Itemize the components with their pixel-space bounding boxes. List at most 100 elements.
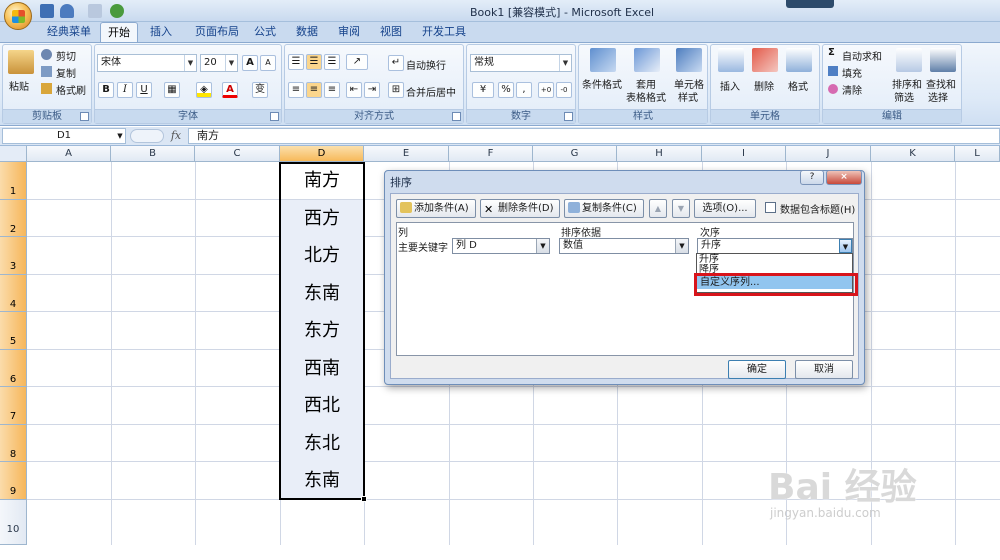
tab-classic-menu[interactable]: 经典菜单 <box>40 22 98 42</box>
number-format-combo[interactable]: 常规 ▼ <box>470 54 572 72</box>
find-select-icon[interactable] <box>930 48 956 72</box>
increase-decimal-icon[interactable]: +0 <box>538 82 554 98</box>
column-header-j[interactable]: J <box>786 146 871 162</box>
column-header-i[interactable]: I <box>702 146 786 162</box>
row-header-7[interactable]: 7 <box>0 387 27 425</box>
save-icon[interactable] <box>40 4 54 18</box>
chevron-down-icon[interactable]: ▼ <box>114 128 126 144</box>
qat-extra-icon[interactable] <box>110 4 124 18</box>
align-bottom-icon[interactable]: ☰ <box>324 54 340 70</box>
cell-style-icon[interactable] <box>676 48 702 72</box>
column-header-b[interactable]: B <box>111 146 195 162</box>
merge-center-button[interactable]: 合并后居中 <box>406 84 456 99</box>
options-button[interactable]: 选项(O)... <box>694 199 756 218</box>
font-size-combo[interactable]: 20 ▼ <box>200 54 238 72</box>
sort-on-select[interactable]: 数值 ▼ <box>559 238 689 254</box>
fill-icon[interactable] <box>828 66 838 76</box>
formula-bar-handle[interactable] <box>130 129 164 143</box>
cell-d9[interactable]: 东南 <box>280 462 364 500</box>
insert-function-button[interactable]: fx <box>168 128 184 144</box>
dialog-close-button[interactable]: × <box>826 170 862 185</box>
decrease-decimal-icon[interactable]: -0 <box>556 82 572 98</box>
fill-color-icon[interactable]: ◈ <box>196 82 212 98</box>
tab-home[interactable]: 开始 <box>100 22 138 42</box>
column-header-g[interactable]: G <box>533 146 617 162</box>
row-header-10[interactable]: 10 <box>0 500 27 545</box>
paste-icon[interactable] <box>8 50 34 74</box>
cut-button[interactable]: 剪切 <box>56 48 76 63</box>
tab-formulas[interactable]: 公式 <box>250 22 280 42</box>
table-format-icon[interactable] <box>634 48 660 72</box>
format-painter-button[interactable]: 格式刷 <box>56 82 86 97</box>
orientation-icon[interactable]: ↗ <box>346 54 368 70</box>
italic-button[interactable]: I <box>117 82 133 98</box>
row-header-9[interactable]: 9 <box>0 462 27 500</box>
autosum-icon[interactable]: Σ <box>828 47 835 58</box>
wrap-text-icon[interactable]: ↵ <box>388 55 404 71</box>
row-header-1[interactable]: 1 <box>0 162 27 200</box>
column-header-e[interactable]: E <box>364 146 449 162</box>
currency-icon[interactable]: ¥ <box>472 82 494 98</box>
delete-cells-button[interactable]: 删除 <box>754 78 774 93</box>
table-format-button-line2[interactable]: 表格格式 <box>626 89 666 104</box>
column-header-c[interactable]: C <box>195 146 280 162</box>
align-center-icon[interactable]: ≡ <box>306 82 322 98</box>
cell-d2[interactable]: 西方 <box>280 200 364 237</box>
sort-filter-button-line2[interactable]: 筛选 <box>894 89 914 104</box>
comma-button[interactable]: , <box>516 82 532 98</box>
wrap-text-button[interactable]: 自动换行 <box>406 57 446 72</box>
insert-cells-icon[interactable] <box>718 48 744 72</box>
move-up-button[interactable]: ▲ <box>649 199 667 218</box>
row-header-6[interactable]: 6 <box>0 350 27 387</box>
clear-icon[interactable] <box>828 84 838 94</box>
add-level-button[interactable]: 添加条件(A) <box>396 199 476 218</box>
cancel-button[interactable]: 取消 <box>795 360 853 379</box>
row-header-5[interactable]: 5 <box>0 312 27 350</box>
copy-button[interactable]: 复制 <box>56 65 76 80</box>
format-cells-icon[interactable] <box>786 48 812 72</box>
align-middle-icon[interactable]: ☰ <box>306 54 322 70</box>
cell-d3[interactable]: 北方 <box>280 237 364 275</box>
tab-insert[interactable]: 插入 <box>144 22 178 42</box>
bold-button[interactable]: B <box>98 82 114 98</box>
formula-input[interactable]: 南方 <box>188 128 1000 144</box>
clipboard-launcher-icon[interactable] <box>80 112 89 121</box>
align-left-icon[interactable]: ≡ <box>288 82 304 98</box>
cell-d7[interactable]: 西北 <box>280 387 364 425</box>
decrease-indent-icon[interactable]: ⇤ <box>346 82 362 98</box>
column-header-h[interactable]: H <box>617 146 702 162</box>
sort-column-select[interactable]: 列 D ▼ <box>452 238 550 254</box>
phonetic-button[interactable]: 变 <box>252 82 268 98</box>
align-right-icon[interactable]: ≡ <box>324 82 340 98</box>
copy-icon[interactable] <box>41 66 52 77</box>
cell-d4[interactable]: 东南 <box>280 275 364 312</box>
insert-cells-button[interactable]: 插入 <box>720 78 740 93</box>
move-down-button[interactable]: ▼ <box>672 199 690 218</box>
column-header-d[interactable]: D <box>280 146 364 162</box>
clear-button[interactable]: 清除 <box>842 82 862 97</box>
font-launcher-icon[interactable] <box>270 112 279 121</box>
increase-indent-icon[interactable]: ⇥ <box>364 82 380 98</box>
row-header-3[interactable]: 3 <box>0 237 27 275</box>
conditional-format-icon[interactable] <box>590 48 616 72</box>
tab-page-layout[interactable]: 页面布局 <box>186 22 248 42</box>
font-name-combo[interactable]: 宋体 ▼ <box>97 54 197 72</box>
order-select[interactable]: 升序 ▼ <box>697 238 853 254</box>
column-header-a[interactable]: A <box>27 146 111 162</box>
column-header-l[interactable]: L <box>955 146 1000 162</box>
delete-cells-icon[interactable] <box>752 48 778 72</box>
cell-d8[interactable]: 东北 <box>280 425 364 462</box>
cell-d5[interactable]: 东方 <box>280 312 364 350</box>
row-header-8[interactable]: 8 <box>0 425 27 462</box>
sort-filter-icon[interactable] <box>896 48 922 72</box>
autosum-button[interactable]: 自动求和 <box>842 48 882 63</box>
tab-review[interactable]: 审阅 <box>334 22 364 42</box>
cut-icon[interactable] <box>41 49 52 60</box>
undo-icon[interactable] <box>60 4 74 18</box>
copy-level-button[interactable]: 复制条件(C) <box>564 199 644 218</box>
delete-level-button[interactable]: ✕ 删除条件(D) <box>480 199 560 218</box>
align-top-icon[interactable]: ☰ <box>288 54 304 70</box>
cell-d6[interactable]: 西南 <box>280 350 364 387</box>
dialog-help-button[interactable]: ? <box>800 170 824 185</box>
name-box[interactable]: D1 <box>2 128 126 144</box>
